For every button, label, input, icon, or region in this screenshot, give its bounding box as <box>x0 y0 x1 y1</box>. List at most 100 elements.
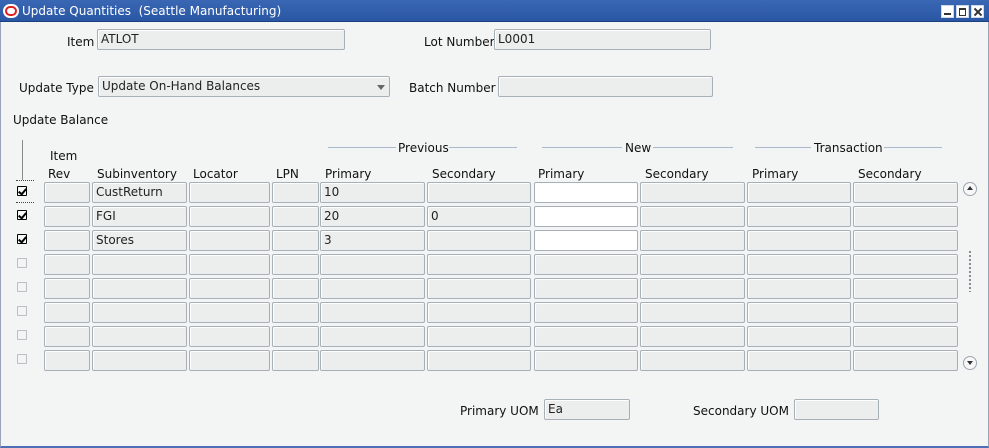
transaction-secondary-cell[interactable] <box>853 182 958 203</box>
locator-cell[interactable] <box>189 230 270 251</box>
row-select-checkbox[interactable] <box>17 306 27 316</box>
update-type-select[interactable]: Update On-Hand Balances <box>98 76 390 97</box>
lpn-cell[interactable] <box>272 350 319 371</box>
transaction-primary-cell[interactable] <box>747 230 851 251</box>
transaction-secondary-cell[interactable] <box>853 206 958 227</box>
previous-secondary-cell[interactable] <box>427 350 531 371</box>
primary-uom-field[interactable]: Ea <box>544 399 630 420</box>
scroll-up-icon[interactable] <box>963 182 977 196</box>
transaction-primary-cell[interactable] <box>747 278 851 299</box>
lpn-cell[interactable] <box>272 302 319 323</box>
previous-secondary-cell[interactable] <box>427 326 531 347</box>
item-rev-cell[interactable] <box>44 326 90 347</box>
new-primary-cell[interactable] <box>534 302 638 323</box>
previous-secondary-cell[interactable] <box>427 302 531 323</box>
previous-secondary-cell[interactable]: 0 <box>427 206 531 227</box>
previous-secondary-cell[interactable] <box>427 278 531 299</box>
previous-primary-cell[interactable]: 10 <box>320 182 425 203</box>
row-select-checkbox[interactable] <box>17 258 27 268</box>
transaction-secondary-cell[interactable] <box>853 302 958 323</box>
locator-cell[interactable] <box>189 182 270 203</box>
previous-primary-cell[interactable] <box>320 254 425 275</box>
scroll-thumb[interactable] <box>968 250 972 292</box>
new-secondary-cell[interactable] <box>640 302 745 323</box>
previous-secondary-cell[interactable] <box>427 182 531 203</box>
lpn-cell[interactable] <box>272 206 319 227</box>
new-primary-cell[interactable] <box>534 182 638 203</box>
previous-primary-cell[interactable]: 20 <box>320 206 425 227</box>
subinventory-cell[interactable]: Stores <box>92 230 187 251</box>
previous-primary-cell[interactable] <box>320 326 425 347</box>
new-primary-cell[interactable] <box>534 278 638 299</box>
new-primary-cell[interactable] <box>534 230 638 251</box>
item-rev-cell[interactable] <box>44 278 90 299</box>
subinventory-cell[interactable] <box>92 278 187 299</box>
new-secondary-cell[interactable] <box>640 326 745 347</box>
maximize-icon[interactable] <box>956 5 969 18</box>
row-select-checkbox[interactable] <box>17 354 27 364</box>
item-rev-cell[interactable] <box>44 206 90 227</box>
batch-number-field[interactable] <box>498 76 713 97</box>
item-rev-cell[interactable] <box>44 182 90 203</box>
transaction-secondary-cell[interactable] <box>853 350 958 371</box>
transaction-secondary-cell[interactable] <box>853 326 958 347</box>
row-select-checkbox[interactable] <box>17 330 27 340</box>
item-rev-cell[interactable] <box>44 230 90 251</box>
secondary-uom-field[interactable] <box>794 399 879 420</box>
transaction-primary-cell[interactable] <box>747 182 851 203</box>
transaction-primary-cell[interactable] <box>747 326 851 347</box>
previous-primary-cell[interactable] <box>320 302 425 323</box>
transaction-primary-cell[interactable] <box>747 302 851 323</box>
row-select-checkbox[interactable] <box>17 186 27 196</box>
lpn-cell[interactable] <box>272 254 319 275</box>
row-select-checkbox[interactable] <box>17 282 27 292</box>
transaction-secondary-cell[interactable] <box>853 254 958 275</box>
lpn-cell[interactable] <box>272 182 319 203</box>
subinventory-cell[interactable] <box>92 326 187 347</box>
transaction-primary-cell[interactable] <box>747 254 851 275</box>
lot-number-field[interactable]: L0001 <box>494 29 711 50</box>
scroll-down-icon[interactable] <box>963 356 977 370</box>
close-icon[interactable] <box>971 5 984 18</box>
item-rev-cell[interactable] <box>44 302 90 323</box>
locator-cell[interactable] <box>189 206 270 227</box>
locator-cell[interactable] <box>189 254 270 275</box>
subinventory-cell[interactable]: CustReturn <box>92 182 187 203</box>
locator-cell[interactable] <box>189 302 270 323</box>
subinventory-cell[interactable] <box>92 350 187 371</box>
item-rev-cell[interactable] <box>44 350 90 371</box>
previous-primary-cell[interactable]: 3 <box>320 230 425 251</box>
lpn-cell[interactable] <box>272 278 319 299</box>
locator-cell[interactable] <box>189 350 270 371</box>
subinventory-cell[interactable] <box>92 254 187 275</box>
transaction-secondary-cell[interactable] <box>853 278 958 299</box>
transaction-primary-cell[interactable] <box>747 350 851 371</box>
new-secondary-cell[interactable] <box>640 230 745 251</box>
previous-secondary-cell[interactable] <box>427 254 531 275</box>
row-select-checkbox[interactable] <box>17 210 27 220</box>
row-select-checkbox[interactable] <box>17 234 27 244</box>
item-rev-cell[interactable] <box>44 254 90 275</box>
window-titlebar[interactable]: Update Quantities (Seattle Manufacturing… <box>0 0 989 22</box>
transaction-secondary-cell[interactable] <box>853 230 958 251</box>
subinventory-cell[interactable] <box>92 302 187 323</box>
chevron-down-icon[interactable] <box>377 85 385 90</box>
new-primary-cell[interactable] <box>534 254 638 275</box>
lpn-cell[interactable] <box>272 230 319 251</box>
previous-primary-cell[interactable] <box>320 350 425 371</box>
lpn-cell[interactable] <box>272 326 319 347</box>
previous-primary-cell[interactable] <box>320 278 425 299</box>
previous-secondary-cell[interactable] <box>427 230 531 251</box>
grid-scrollbar[interactable] <box>963 182 977 371</box>
transaction-primary-cell[interactable] <box>747 206 851 227</box>
oracle-icon[interactable] <box>3 4 19 18</box>
new-primary-cell[interactable] <box>534 326 638 347</box>
subinventory-cell[interactable]: FGI <box>92 206 187 227</box>
minimize-icon[interactable] <box>941 5 954 18</box>
locator-cell[interactable] <box>189 326 270 347</box>
new-secondary-cell[interactable] <box>640 350 745 371</box>
item-field[interactable]: ATLOT <box>97 29 345 50</box>
new-primary-cell[interactable] <box>534 350 638 371</box>
new-secondary-cell[interactable] <box>640 278 745 299</box>
new-secondary-cell[interactable] <box>640 206 745 227</box>
